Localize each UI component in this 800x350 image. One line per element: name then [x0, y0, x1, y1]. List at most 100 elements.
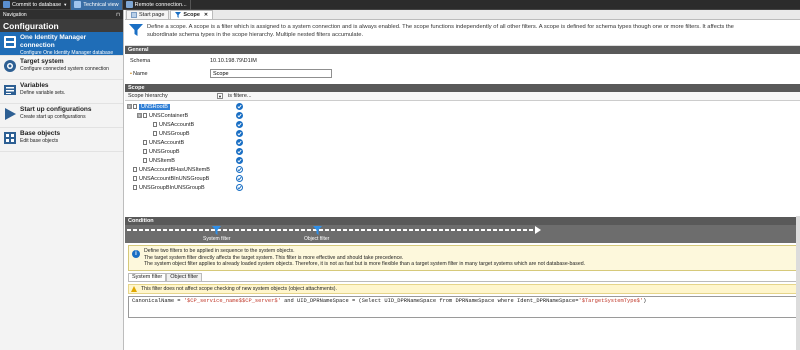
- filtered-check-icon[interactable]: [236, 184, 243, 191]
- sidebar-item-target-system[interactable]: Target system Configure connected system…: [0, 56, 123, 80]
- filtered-check-icon[interactable]: [236, 157, 243, 164]
- navigation-header-label: Navigation: [3, 11, 27, 18]
- column-scope-hierarchy[interactable]: Scope hierarchy ▼: [125, 93, 225, 99]
- filtered-check-icon[interactable]: [236, 121, 243, 128]
- warning-icon: [131, 285, 137, 292]
- database-icon: [4, 36, 16, 48]
- tab-start-page[interactable]: Start page: [126, 10, 170, 19]
- filtered-check-icon[interactable]: [236, 166, 243, 173]
- technical-view-button[interactable]: Technical view: [71, 0, 123, 10]
- sidebar-item-label: Base objects: [20, 130, 61, 137]
- system-filter-editor[interactable]: CanonicalName = '$CP_service_name$$CP_se…: [128, 295, 797, 318]
- technical-view-label: Technical view: [83, 1, 119, 8]
- node-icon: [133, 104, 137, 109]
- note-line-2: The target system filter directly affect…: [144, 254, 404, 261]
- code-string: '$TargetSystemType$': [578, 297, 644, 304]
- system-filter-icon[interactable]: [212, 226, 221, 235]
- remote-connection-button[interactable]: Remote connection...: [123, 0, 191, 10]
- sidebar-item-startup-configurations[interactable]: Start up configurations Create start up …: [0, 104, 123, 128]
- commit-to-database-button[interactable]: Commit to database ▼: [0, 0, 72, 10]
- sidebar-item-label: One Identity Manager connection: [20, 34, 87, 49]
- tree-node[interactable]: UNSAccountBHasUNSItemB: [133, 165, 253, 174]
- top-toolbar: Commit to database ▼ Technical view Remo…: [0, 0, 800, 10]
- tab-object-filter[interactable]: Object filter: [166, 272, 203, 281]
- filtered-check-icon[interactable]: [236, 112, 243, 119]
- scope-section-header: Scope: [125, 84, 800, 92]
- tab-scope[interactable]: Scope ✕: [170, 10, 214, 19]
- general-section-header: General: [125, 46, 800, 54]
- description-line-2: subordinate schema types in the scope hi…: [147, 32, 364, 38]
- close-icon[interactable]: ✕: [204, 12, 208, 18]
- tree-node-label: UNSRootB: [139, 103, 170, 110]
- tree-node[interactable]: ⊟ UNSRootB: [127, 102, 247, 111]
- code-string: '$CP_service_name$$CP_server$': [183, 297, 281, 304]
- warning-bar: This filter does not affect scope checki…: [128, 283, 797, 294]
- remote-connection-icon: [125, 1, 133, 8]
- tree-node-label: UNSAccountBInUNSGroupB: [139, 175, 210, 182]
- save-icon: [3, 1, 10, 8]
- chevron-down-icon[interactable]: ▼: [217, 93, 223, 99]
- target-system-icon: [4, 60, 16, 72]
- sidebar-item-identity-manager-connection[interactable]: One Identity Manager connection Configur…: [0, 32, 123, 62]
- node-icon: [133, 185, 137, 190]
- node-icon: [143, 149, 147, 154]
- sidebar-item-desc: Configure connected system connection: [20, 66, 109, 72]
- tree-node-label: UNSAccountB: [159, 121, 195, 128]
- filter-icon: [175, 12, 182, 18]
- filter-info-note: i Define two filters to be applied in se…: [128, 245, 797, 271]
- sidebar-item-desc: Define variable sets.: [20, 90, 66, 96]
- required-marker: •: [130, 70, 132, 77]
- object-filter-icon[interactable]: [313, 226, 322, 235]
- filtered-check-icon[interactable]: [236, 139, 243, 146]
- tree-node[interactable]: UNSItemB: [143, 156, 263, 165]
- startup-icon: [5, 108, 16, 120]
- column-label: Scope hierarchy: [128, 93, 168, 99]
- warning-text: This filter does not affect scope checki…: [141, 285, 337, 292]
- schema-value: 10.10.198.79\D1IM: [210, 57, 257, 64]
- tree-node[interactable]: UNSGroupBInUNSGroupB: [133, 183, 253, 192]
- tree-node[interactable]: UNSGroupB: [153, 129, 273, 138]
- filtered-check-icon[interactable]: [236, 130, 243, 137]
- collapse-icon[interactable]: ⊟: [137, 113, 142, 118]
- technical-view-icon: [74, 1, 82, 8]
- remote-connection-label: Remote connection...: [134, 1, 187, 8]
- document-tabs: Start page Scope ✕: [125, 10, 800, 20]
- tree-node-label: UNSContainerB: [149, 112, 189, 119]
- code-part: and UID_DPRNameSpace = (Select UID_DPRNa…: [280, 297, 579, 304]
- node-icon: [133, 176, 137, 181]
- collapse-icon[interactable]: ⊟: [127, 104, 132, 109]
- name-row: •Name: [125, 67, 800, 80]
- scope-description: Define a scope. A scope is a filter whic…: [125, 20, 800, 46]
- tree-node-label: UNSGroupB: [149, 148, 180, 155]
- schema-row: Schema 10.10.198.79\D1IM: [125, 54, 800, 67]
- tree-node[interactable]: UNSAccountB: [153, 120, 273, 129]
- vertical-scrollbar[interactable]: [796, 216, 800, 350]
- tree-node[interactable]: UNSAccountBInUNSGroupB: [133, 174, 253, 183]
- column-is-filtered[interactable]: is filtere...: [225, 93, 252, 99]
- tree-node[interactable]: UNSAccountB: [143, 138, 263, 147]
- filtered-check-icon[interactable]: [236, 148, 243, 155]
- sidebar-item-base-objects[interactable]: Base objects Edit base objects: [0, 128, 123, 152]
- variables-icon: [4, 85, 16, 95]
- tree-node-label: UNSAccountBHasUNSItemB: [139, 166, 210, 173]
- navigation-header: Navigation ⊓: [0, 10, 123, 19]
- sidebar-item-variables[interactable]: Variables Define variable sets.: [0, 80, 123, 104]
- node-icon: [143, 158, 147, 163]
- tree-node[interactable]: UNSGroupB: [143, 147, 263, 156]
- navigation-title: Configuration: [0, 19, 123, 32]
- sidebar-item-label: Start up configurations: [20, 106, 92, 113]
- note-line-1: Define two filters to be applied in sequ…: [144, 248, 295, 254]
- description-line-1: Define a scope. A scope is a filter whic…: [147, 24, 734, 30]
- tab-label: Start page: [139, 12, 165, 18]
- dropdown-caret-icon: ▼: [63, 2, 68, 7]
- filtered-check-icon[interactable]: [236, 175, 243, 182]
- sidebar-item-label: Target system: [20, 58, 64, 65]
- sidebar-item-desc: Create start up configurations: [20, 114, 86, 120]
- name-input[interactable]: [210, 69, 332, 78]
- tab-system-filter[interactable]: System filter: [128, 272, 167, 281]
- filtered-check-icon[interactable]: [236, 103, 243, 110]
- tab-label: Scope: [183, 12, 200, 18]
- note-line-3: The system object filter applies to alre…: [144, 261, 586, 268]
- node-icon: [133, 167, 137, 172]
- pin-icon[interactable]: ⊓: [116, 12, 120, 18]
